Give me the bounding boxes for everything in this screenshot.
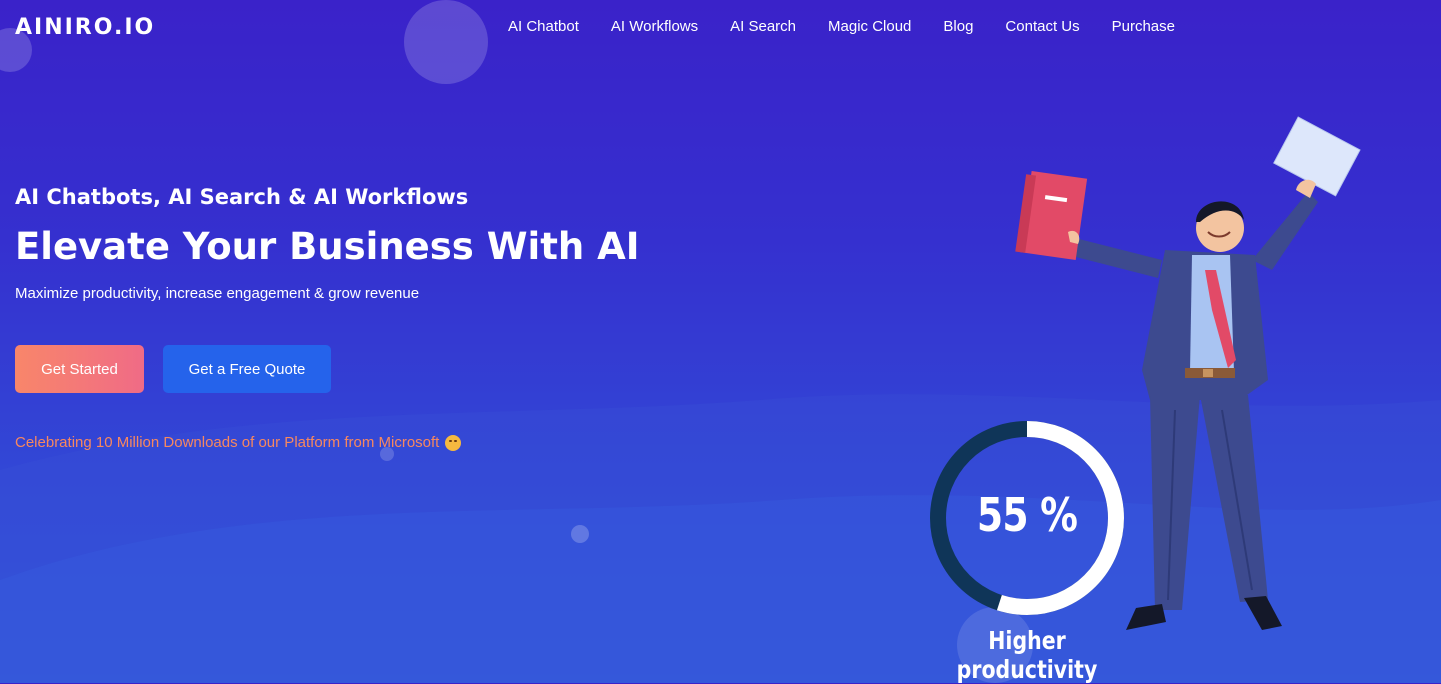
- hero-section: AI Chatbots, AI Search & AI Workflows El…: [15, 180, 640, 304]
- nav-link-purchase[interactable]: Purchase: [1096, 17, 1191, 37]
- announcement-text: Celebrating 10 Million Downloads of our …: [15, 434, 440, 451]
- decor-circle: [571, 525, 589, 543]
- nav-link-blog[interactable]: Blog: [927, 17, 989, 37]
- nav-link-ai-chatbot[interactable]: AI Chatbot: [492, 17, 595, 37]
- nav-link-magic-cloud[interactable]: Magic Cloud: [812, 17, 927, 37]
- productivity-gauge: 55 %: [927, 418, 1127, 618]
- announcement-link[interactable]: Celebrating 10 Million Downloads of our …: [15, 434, 462, 451]
- site-logo[interactable]: AINIRO.IO: [15, 14, 155, 40]
- hero-subtitle: AI Chatbots, AI Search & AI Workflows: [15, 185, 469, 209]
- get-started-button[interactable]: Get Started: [15, 345, 144, 393]
- decor-circle: [404, 0, 488, 84]
- paper-sheet: [1273, 116, 1361, 197]
- red-folder: [1015, 170, 1088, 260]
- gauge-value: 55 %: [976, 488, 1078, 542]
- gauge-caption: Higher productivity: [956, 626, 1098, 684]
- nav-link-ai-search[interactable]: AI Search: [714, 17, 812, 37]
- hero-tagline: Maximize productivity, increase engageme…: [15, 285, 420, 302]
- kissing-face-emoji-icon: [445, 434, 462, 451]
- nav-link-contact-us[interactable]: Contact Us: [989, 17, 1095, 37]
- hero-buttons: Get Started Get a Free Quote: [15, 345, 331, 393]
- main-nav: AI Chatbot AI Workflows AI Search Magic …: [492, 17, 1191, 37]
- free-quote-button[interactable]: Get a Free Quote: [163, 345, 331, 393]
- nav-link-ai-workflows[interactable]: AI Workflows: [595, 17, 714, 37]
- hero-title: Elevate Your Business With AI: [15, 225, 640, 268]
